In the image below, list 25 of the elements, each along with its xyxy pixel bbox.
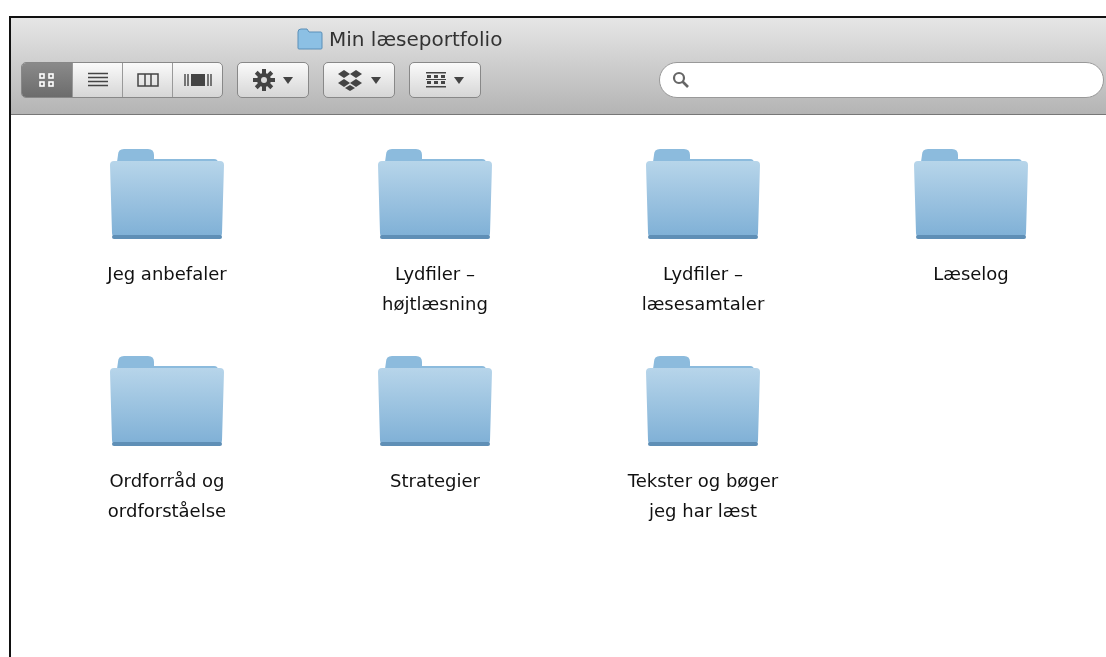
folder-name: Lydfiler – læsesamtaler xyxy=(640,262,766,316)
caret-icon xyxy=(371,76,381,84)
search-icon xyxy=(672,71,690,89)
arrange-menu-button[interactable] xyxy=(409,62,481,98)
list-view-icon xyxy=(87,72,108,88)
gear-icon xyxy=(253,69,275,91)
folder-name: Strategier xyxy=(389,469,481,493)
dropbox-menu-button[interactable] xyxy=(323,62,395,98)
folder-name: Ordforråd og ordforståelse xyxy=(106,469,228,523)
folder-name: Læselog xyxy=(932,262,1010,286)
cover-flow-icon xyxy=(183,73,212,87)
search-field[interactable] xyxy=(659,62,1104,98)
view-mode-button[interactable] xyxy=(22,63,72,97)
folder-name: Tekster og bøger jeg har læst xyxy=(626,469,780,523)
action-menu-button[interactable] xyxy=(237,62,309,98)
window-title: Min læseportfolio xyxy=(329,27,503,51)
column-view-icon xyxy=(136,73,159,87)
icon-view-icon xyxy=(39,73,55,87)
folder-icon xyxy=(297,28,323,50)
caret-icon xyxy=(454,76,464,84)
caret-icon xyxy=(283,76,293,84)
arrange-icon xyxy=(426,72,446,88)
folder-name: Jeg anbefaler xyxy=(105,262,228,286)
folder-name: Lydfiler – højtlæsning xyxy=(381,262,489,316)
dropbox-icon xyxy=(337,69,363,91)
